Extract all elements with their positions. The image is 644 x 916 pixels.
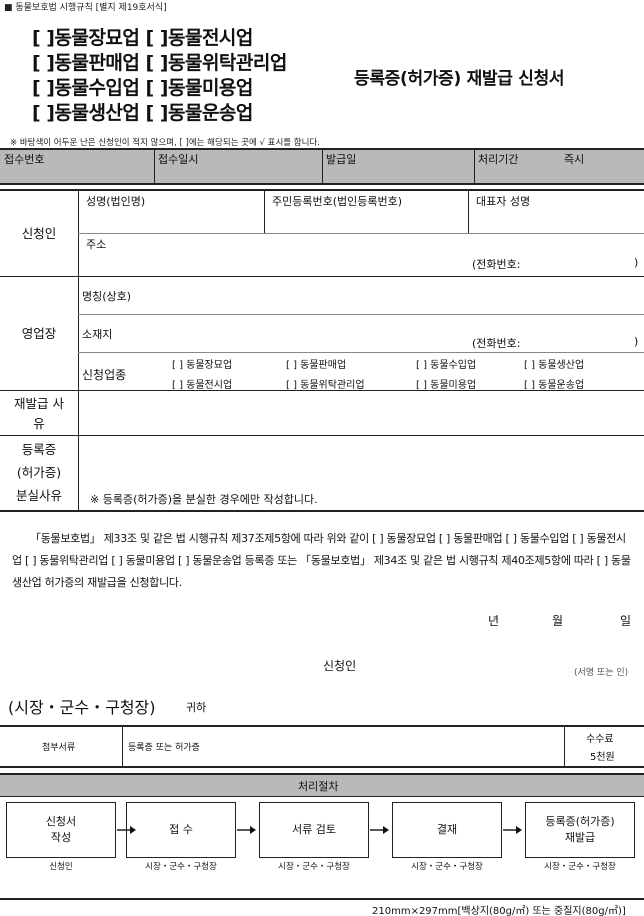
- type-checkbox-sales[interactable]: [ ] 동물판매업: [286, 356, 346, 371]
- date-day[interactable]: 일: [620, 612, 631, 629]
- recipient-suffix: 귀하: [186, 701, 207, 714]
- procedure-step-actor: 시장・군수・구청장: [544, 862, 616, 872]
- procedure-step-box: 신청서 작성: [6, 802, 116, 858]
- procedure-step-actor: 신청인: [49, 862, 73, 872]
- recipient-title: (시장・군수・구청장): [8, 698, 156, 717]
- type-checkbox-boarding[interactable]: [ ] 동물위탁관리업: [286, 376, 365, 391]
- date-year[interactable]: 년: [488, 612, 499, 629]
- arrow-right-icon: [237, 826, 256, 834]
- loss-reason-label: 등록증: [21, 442, 57, 457]
- arrow-right-icon: [503, 826, 522, 834]
- processing-period-value: 즉시: [564, 153, 585, 166]
- processing-period-label: 처리기간: [478, 153, 519, 166]
- applicant-id-field[interactable]: 주민등록번호(법인등록번호): [272, 193, 402, 209]
- applicant-phone-field[interactable]: (전화번호:: [472, 256, 520, 272]
- applicant-phone-close: ): [634, 256, 639, 269]
- instructions-note: ※ 바탕색이 어두운 난은 신청인이 적지 않으며, [ ]에는 해당되는 곳에…: [10, 138, 320, 148]
- type-checkbox-grooming[interactable]: [ ] 동물미용업: [416, 376, 476, 391]
- applicant-name-field[interactable]: 성명(법인명): [86, 193, 145, 209]
- procedure-step-actor: 시장・군수・구청장: [411, 862, 483, 872]
- paper-spec-footer: 210mm×297mm[백상지(80g/㎡) 또는 중질지(80g/㎡)]: [372, 906, 626, 916]
- procedure-step-box: 서류 검토: [259, 802, 369, 858]
- arrow-right-icon: [370, 826, 389, 834]
- business-category-list: [ ]동물장묘업 [ ]동물전시업 [ ]동물판매업 [ ]동물위탁관리업 [ …: [32, 26, 352, 126]
- type-checkbox-import[interactable]: [ ] 동물수입업: [416, 356, 476, 371]
- loss-reason-label-3: 분실사유: [15, 488, 62, 503]
- business-phone-close: ): [634, 335, 639, 348]
- business-name-field[interactable]: 명칭(상호): [82, 288, 131, 304]
- fee-value: 5천원: [590, 752, 615, 763]
- category-line: [ ]동물판매업 [ ]동물위탁관리업: [32, 52, 287, 74]
- form-header-note: ■ 동물보호법 시행규칙 [별지 제19호서식]: [4, 3, 167, 13]
- declaration-text: 「동물보호법」 제33조 및 같은 법 시행규칙 제37조제5항에 따라 위와 …: [12, 532, 631, 589]
- business-phone-field[interactable]: (전화번호:: [472, 335, 520, 351]
- procedure-step-actor: 시장・군수・구청장: [278, 862, 350, 872]
- type-checkbox-funeral[interactable]: [ ] 동물장묘업: [172, 356, 232, 371]
- form-title: 등록증(허가증) 재발급 신청서: [354, 69, 565, 89]
- arrow-right-icon: [117, 826, 136, 834]
- applicant-section-label: 신청인: [21, 226, 57, 241]
- type-checkbox-transport[interactable]: [ ] 동물운송업: [524, 376, 584, 391]
- attachments-value: 등록증 또는 허가증: [128, 743, 200, 753]
- receipt-date-label: 접수일시: [158, 153, 199, 166]
- procedure-step-box: 결재: [392, 802, 502, 858]
- representative-name-field[interactable]: 대표자 성명: [476, 193, 530, 209]
- attachments-label: 첨부서류: [42, 743, 76, 753]
- fee-label: 수수료: [586, 734, 614, 745]
- loss-reason-note: ※ 등록증(허가증)을 분실한 경우에만 작성합니다.: [90, 493, 318, 506]
- type-checkbox-exhibition[interactable]: [ ] 동물전시업: [172, 376, 232, 391]
- type-checkbox-production[interactable]: [ ] 동물생산업: [524, 356, 584, 371]
- issue-date-label: 발급일: [326, 153, 357, 166]
- category-line: [ ]동물장묘업 [ ]동물전시업: [32, 27, 253, 49]
- procedure-step-box: 접 수: [126, 802, 236, 858]
- applicant-address-field[interactable]: 주소: [86, 236, 106, 252]
- receipt-number-label: 접수번호: [4, 153, 45, 166]
- procedure-step-actor: 시장・군수・구청장: [145, 862, 217, 872]
- reissue-reason-label-2: 유: [33, 416, 45, 431]
- business-section-label: 영업장: [21, 326, 57, 341]
- business-location-field[interactable]: 소재지: [82, 326, 112, 342]
- loss-reason-label-2: (허가증): [16, 465, 62, 480]
- reissue-reason-label: 재발급 사: [14, 396, 64, 411]
- category-line: [ ]동물생산업 [ ]동물운송업: [32, 102, 253, 124]
- signature-label: 신청인: [323, 659, 357, 673]
- business-types-label: 신청업종: [82, 368, 127, 382]
- procedure-step-box: 등록증(허가증) 재발급: [525, 802, 635, 858]
- signature-note[interactable]: (서명 또는 인): [574, 665, 628, 678]
- category-line: [ ]동물수입업 [ ]동물미용업: [32, 77, 253, 99]
- procedure-title: 처리절차: [298, 780, 339, 793]
- date-month[interactable]: 월: [552, 612, 563, 629]
